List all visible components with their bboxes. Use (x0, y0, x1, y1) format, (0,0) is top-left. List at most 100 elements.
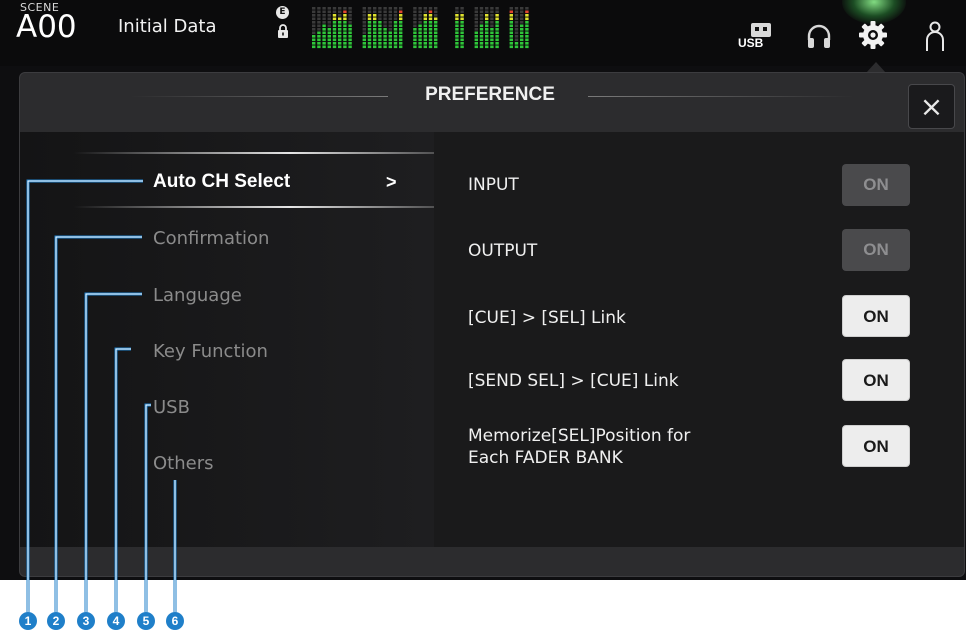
meter-segment (479, 21, 484, 24)
meter-segment (322, 45, 326, 49)
meter-segment (399, 14, 403, 17)
meter-segment (525, 10, 529, 14)
memorize-sel-position-on-button[interactable]: ON (842, 425, 910, 467)
meter-segment (383, 24, 387, 28)
user-icon[interactable] (925, 20, 945, 52)
meter-segment (362, 17, 366, 21)
meter-segment (388, 21, 392, 24)
meter-segment (434, 28, 438, 31)
callout-badge-2: 2 (47, 612, 65, 630)
meter-segment (393, 42, 398, 45)
scene-number[interactable]: A00 (16, 9, 77, 45)
meter-segment (362, 45, 366, 49)
gear-icon[interactable] (858, 20, 888, 50)
top-bar: SCENE A00 Initial Data E USB (0, 0, 966, 66)
meter-segment (388, 14, 392, 17)
meter-segment (460, 14, 464, 17)
menu-item-language[interactable]: Language (153, 285, 242, 306)
meter-segment (343, 17, 347, 21)
meter-segment (413, 28, 417, 31)
meter-segment (327, 21, 331, 24)
meter-segment (490, 24, 494, 28)
meter-segment (460, 10, 464, 14)
meter-segment (332, 38, 337, 42)
meter-segment (423, 7, 427, 10)
meter-segment (327, 42, 331, 45)
menu-item-others[interactable]: Others (153, 453, 214, 474)
meter-segment (312, 7, 316, 10)
callout-badge-5: 5 (137, 612, 155, 630)
meter-segment (520, 35, 524, 38)
meter-segment (312, 31, 316, 35)
meter-segment (343, 42, 347, 45)
meter-segment (520, 45, 524, 49)
meter-segment (413, 14, 417, 17)
meter-segment (509, 35, 513, 38)
meter-segment (322, 10, 326, 14)
meter-segment (348, 10, 352, 14)
meter-segment (348, 17, 352, 21)
setting-label-memorize-sel-position: Memorize[SEL]Position for Each FADER BAN… (468, 426, 691, 468)
meter-segment (520, 7, 524, 10)
meter-segment (378, 31, 382, 35)
meter-segment (367, 35, 372, 38)
meter-segment (460, 35, 464, 38)
meter-segment (373, 7, 377, 10)
meter-segment (495, 31, 499, 35)
meter-segment (485, 38, 489, 42)
meter-segment (455, 21, 459, 24)
meter-segment (373, 42, 377, 45)
meter-segment (428, 28, 433, 31)
meter-segment (348, 38, 352, 42)
meter-segment (418, 42, 422, 45)
close-button[interactable]: × (908, 84, 955, 129)
meter-segment (343, 21, 347, 24)
headphone-icon[interactable] (806, 24, 832, 50)
menu-item-usb[interactable]: USB (153, 397, 190, 418)
meter-segment (485, 31, 489, 35)
menu-item-confirmation[interactable]: Confirmation (153, 228, 269, 249)
edit-indicator-icon: E (276, 6, 289, 19)
meter-segment (338, 35, 342, 38)
cue-sel-link-on-button[interactable]: ON (842, 295, 910, 337)
meter-segment (479, 35, 484, 38)
meter-segment (460, 28, 464, 31)
meter-segment (474, 28, 478, 31)
meter-segment (327, 14, 331, 17)
meter-segment (362, 24, 366, 28)
meter-segment (399, 31, 403, 35)
meter-segment (413, 31, 417, 35)
meter-segment (317, 35, 321, 38)
callout-badge-3: 3 (77, 612, 95, 630)
menu-item-key-function[interactable]: Key Function (153, 341, 268, 362)
meter-segment (378, 35, 382, 38)
meter-segment (393, 45, 398, 49)
meter-segment (418, 24, 422, 28)
meter-segment (514, 38, 519, 42)
meter-segment (455, 42, 459, 45)
chevron-right-icon: > (386, 172, 397, 192)
send-sel-cue-link-on-button[interactable]: ON (842, 359, 910, 401)
meter-segment (312, 17, 316, 21)
meter-segment (327, 10, 331, 14)
meter-segment (373, 45, 377, 49)
level-meters[interactable] (308, 6, 662, 52)
usb-icon[interactable]: USB (738, 21, 774, 55)
meter-segment (479, 7, 484, 10)
meter-segment (362, 38, 366, 42)
meter-segment (343, 24, 347, 28)
scene-title[interactable]: Initial Data (118, 16, 217, 37)
output-on-button[interactable]: ON (842, 229, 910, 271)
meter-segment (485, 28, 489, 31)
input-on-button[interactable]: ON (842, 164, 910, 206)
meter-segment (485, 45, 489, 49)
meter-segment (434, 14, 438, 17)
menu-item-auto-ch-select[interactable]: Auto CH Select (153, 171, 290, 193)
meter-segment (495, 24, 499, 28)
meter-segment (509, 21, 513, 24)
meter-segment (317, 31, 321, 35)
meter-segment (418, 17, 422, 21)
meter-segment (322, 35, 326, 38)
meter-segment (428, 38, 433, 42)
meter-segment (514, 14, 519, 17)
